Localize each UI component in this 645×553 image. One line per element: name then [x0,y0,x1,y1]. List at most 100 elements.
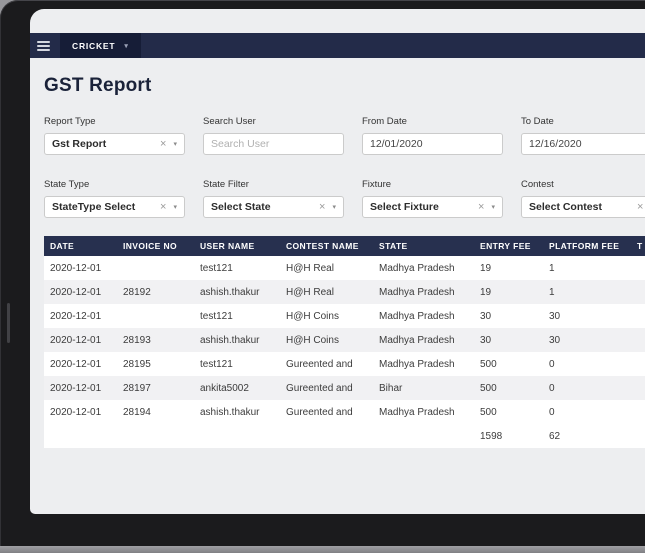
page-title: GST Report [44,75,152,96]
table-cell: Madhya Pradesh [379,310,455,322]
chevron-down-icon[interactable]: ▾ [173,203,177,211]
contest-select[interactable]: Select Contest ×▾ [521,196,645,218]
chevron-down-icon[interactable]: ▾ [491,203,495,211]
table-cell: Gureented and [286,382,353,394]
table-cell: H@H Coins [286,310,339,322]
filter-from-date: From Date [362,116,503,155]
table-row: 2020-12-01 28193 ashish.thakur H@H Coins Mad… [44,328,645,352]
selected-value: Select State [211,201,271,213]
table-cell: 30 [549,310,561,322]
table-cell: 2020-12-01 [50,286,102,298]
column-header: T [631,236,645,256]
table-cell: 2020-12-01 [50,334,102,346]
to-date-input[interactable] [521,133,645,155]
column-header: PLATFORM FEE [543,236,631,256]
table-cell: test121 [200,262,233,274]
table-cell: Madhya Pradesh [379,334,455,346]
table-cell: Madhya Pradesh [379,358,455,370]
clear-icon[interactable]: × [160,138,166,150]
table-cell: ashish.thakur [200,334,260,346]
chevron-down-icon: ▾ [124,42,129,50]
clear-icon[interactable]: × [478,201,484,213]
clear-icon[interactable]: × [319,201,325,213]
totals-cell [373,424,474,448]
fixture-select[interactable]: Select Fixture × ▾ [362,196,503,218]
table-cell: 19 [480,286,492,298]
table-cell: H@H Coins [286,334,339,346]
table-cell: 28193 [123,334,151,346]
menu-icon[interactable] [37,40,50,51]
main-content: GST Report Report Type Gst Report × ▾ Search… [30,74,645,448]
filter-search-user: Search User [203,116,344,155]
table-cell [631,400,645,424]
table-cell [631,256,645,280]
table-cell: Madhya Pradesh [379,286,455,298]
chevron-down-icon[interactable]: ▾ [332,203,336,211]
selected-value: StateType Select [52,201,136,213]
table-cell: 28195 [123,358,151,370]
table-cell: 500 [480,382,497,394]
table-cell: Gureented and [286,406,353,418]
totals-cell [44,424,117,448]
screen-top-margin [30,9,645,33]
cricket-dropdown-button[interactable]: CRICKET ▾ [60,33,141,58]
filter-fixture: Fixture Select Fixture × ▾ [362,179,503,218]
table-cell: 30 [480,310,492,322]
table-cell: H@H Real [286,262,334,274]
table-cell: ashish.thakur [200,406,260,418]
filter-state-type: State Type StateType Select × ▾ [44,179,185,218]
totals-cell [280,424,373,448]
table-cell: 2020-12-01 [50,358,102,370]
state-type-select[interactable]: StateType Select × ▾ [44,196,185,218]
filter-label: Contest [521,179,554,190]
table-cell: 2020-12-01 [50,406,102,418]
totals-cell: 1598 [480,430,503,442]
column-header: USER NAME [194,236,280,256]
report-type-select[interactable]: Gst Report × ▾ [44,133,185,155]
table-cell: 28194 [123,406,151,418]
table-cell: 28197 [123,382,151,394]
clear-icon[interactable]: × [160,201,166,213]
table-row: 2020-12-01 28194 ashish.thakur Gureented an… [44,400,645,424]
table-header-row: DATE INVOICE NO USER NAME CONTEST NAME STATE… [44,236,645,256]
table-row: 2020-12-01 28197 ankita5002 Gureented and Bi… [44,376,645,400]
table-cell: 500 [480,358,497,370]
table-row: 2020-12-01 28192 ashish.thakur H@H Real Madh… [44,280,645,304]
filter-label: State Filter [203,179,249,190]
search-user-input[interactable] [203,133,344,155]
selected-value: Select Contest [529,201,602,213]
column-header: INVOICE NO [117,236,194,256]
filter-report-type: Report Type Gst Report × ▾ [44,116,185,155]
device-side-button [7,303,10,343]
table-cell: Madhya Pradesh [379,406,455,418]
table-cell: Bihar [379,382,403,394]
filters-grid: Report TypeGst Report×▾Search UserFrom D… [44,116,645,218]
state-filter-select[interactable]: Select State × ▾ [203,196,344,218]
table-cell [631,280,645,304]
table-cell: test121 [200,310,233,322]
clear-icon[interactable]: × [637,201,643,213]
surface-edge [0,546,645,553]
table-cell: 0 [549,358,555,370]
select-icons: ×▾ [637,201,645,213]
filter-state-filter: State Filter Select State × ▾ [203,179,344,218]
table-cell: 2020-12-01 [50,382,102,394]
table-row: 2020-12-01 test121 H@H Real Madhya Pradesh 1… [44,256,645,280]
table-cell: 500 [480,406,497,418]
app-window: CRICKET ▾ GST Report Report Type Gst Repo… [30,9,645,514]
gst-table: DATE INVOICE NO USER NAME CONTEST NAME STATE… [44,236,645,448]
table-row: 2020-12-01 28195 test121 Gureented and Madhy… [44,352,645,376]
table-cell [631,304,645,328]
filter-label: To Date [521,116,554,127]
from-date-input[interactable] [362,133,503,155]
table-cell: 30 [549,334,561,346]
chevron-down-icon[interactable]: ▾ [173,140,177,148]
table-cell [631,352,645,376]
totals-cell: 62 [549,430,561,442]
table-row: 2020-12-01 test121 H@H Coins Madhya Pradesh… [44,304,645,328]
filter-label: Search User [203,116,256,127]
table-cell: Gureented and [286,358,353,370]
select-icons: ×▾ [160,201,177,213]
table-cell: Madhya Pradesh [379,262,455,274]
filter-label: Report Type [44,116,96,127]
